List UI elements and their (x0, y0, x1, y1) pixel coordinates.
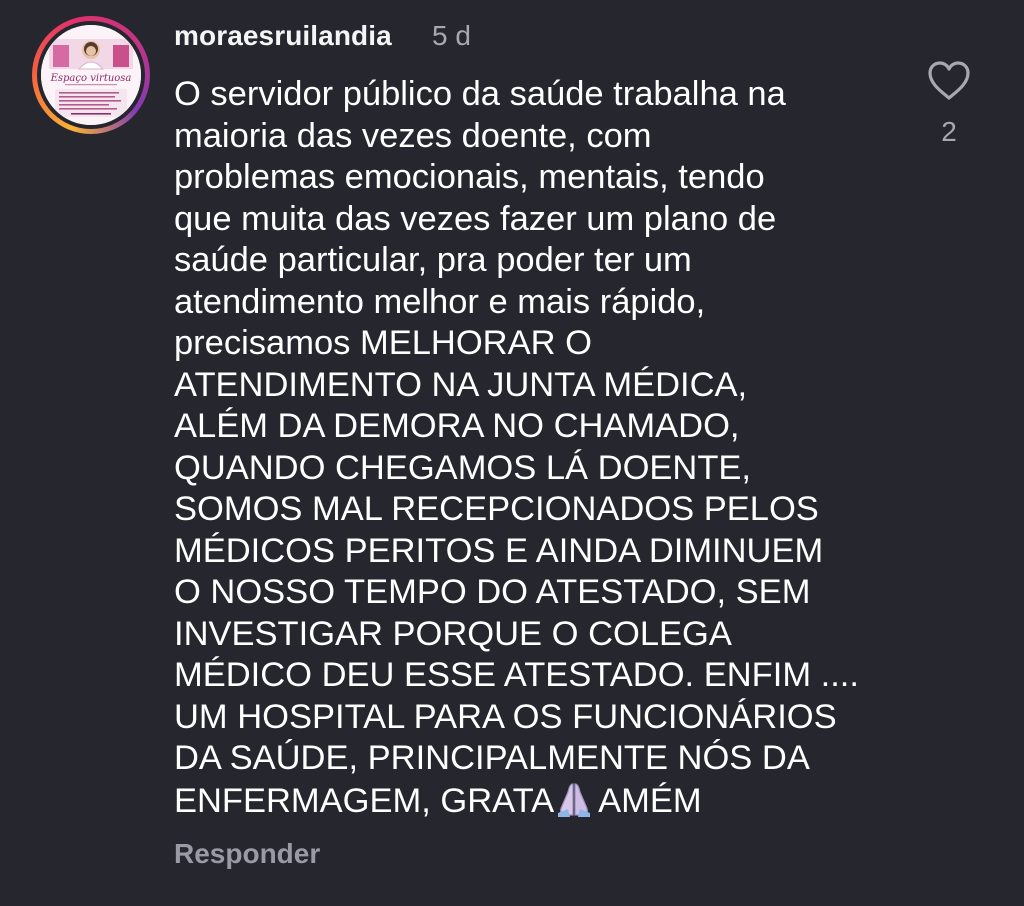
comment-line: ALÉM DA DEMORA NO CHAMADO, (174, 407, 740, 445)
folded-hands-icon (554, 780, 594, 829)
comment-line: SOMOS MAL RECEPCIONADOS PELOS (174, 490, 819, 528)
comment-line-text: AMÉM (598, 781, 702, 820)
comment-line: que muita das vezes fazer um plano de (174, 199, 777, 238)
comment-line: MÉDICO DEU ESSE ATESTADO. ENFIM .... (174, 656, 859, 694)
avatar[interactable]: Espaço virtuosa (32, 16, 150, 134)
comment-line: ATENDIMENTO NA JUNTA MÉDICA, (174, 365, 748, 404)
comment-text: O servidor público da saúde trabalha na … (174, 74, 894, 828)
avatar-logo-text: Espaço virtuosa (50, 73, 132, 84)
comment-line: MÉDICOS PERITOS E AINDA DIMINUEM (174, 531, 824, 570)
avatar-logo-image: Espaço virtuosa (41, 25, 141, 125)
comment-line: saúde particular, pra poder ter um (174, 241, 692, 279)
reply-button[interactable]: Responder (174, 838, 320, 870)
comment-line: precisamos MELHORAR O (174, 324, 592, 362)
comment-line: problemas emocionais, mentais, tendo (174, 158, 765, 196)
timestamp: 5 d (432, 20, 471, 51)
comment-line: INVESTIGAR PORQUE O COLEGA (174, 614, 732, 653)
comment-line: DA SAÚDE, PRINCIPALMENTE NÓS DA (174, 739, 810, 777)
username-link[interactable]: moraesruilandia (174, 20, 392, 52)
comment-line: O NOSSO TEMPO DO ATESTADO, SEM (174, 573, 811, 611)
comment-line: UM HOSPITAL PARA OS FUNCIONÁRIOS (174, 697, 837, 736)
comment: Espaço virtuosa moraesruilandia 5 d O se… (0, 0, 1024, 906)
like-button[interactable] (922, 56, 976, 104)
comment-line-text: ENFERMAGEM, GRATA (174, 781, 555, 820)
heart-icon (928, 61, 970, 100)
comment-line: maioria das vezes doente, com (174, 116, 652, 155)
comment-line: QUANDO CHEGAMOS LÁ DOENTE, (174, 448, 751, 487)
comment-line: O servidor público da saúde trabalha na (174, 75, 786, 113)
avatar-image: Espaço virtuosa (41, 25, 141, 125)
comment-line-last: ENFERMAGEM, GRATA AMÉM (174, 780, 894, 829)
like-count: 2 (941, 116, 957, 147)
comment-line: atendimento melhor e mais rápido, (174, 282, 706, 321)
